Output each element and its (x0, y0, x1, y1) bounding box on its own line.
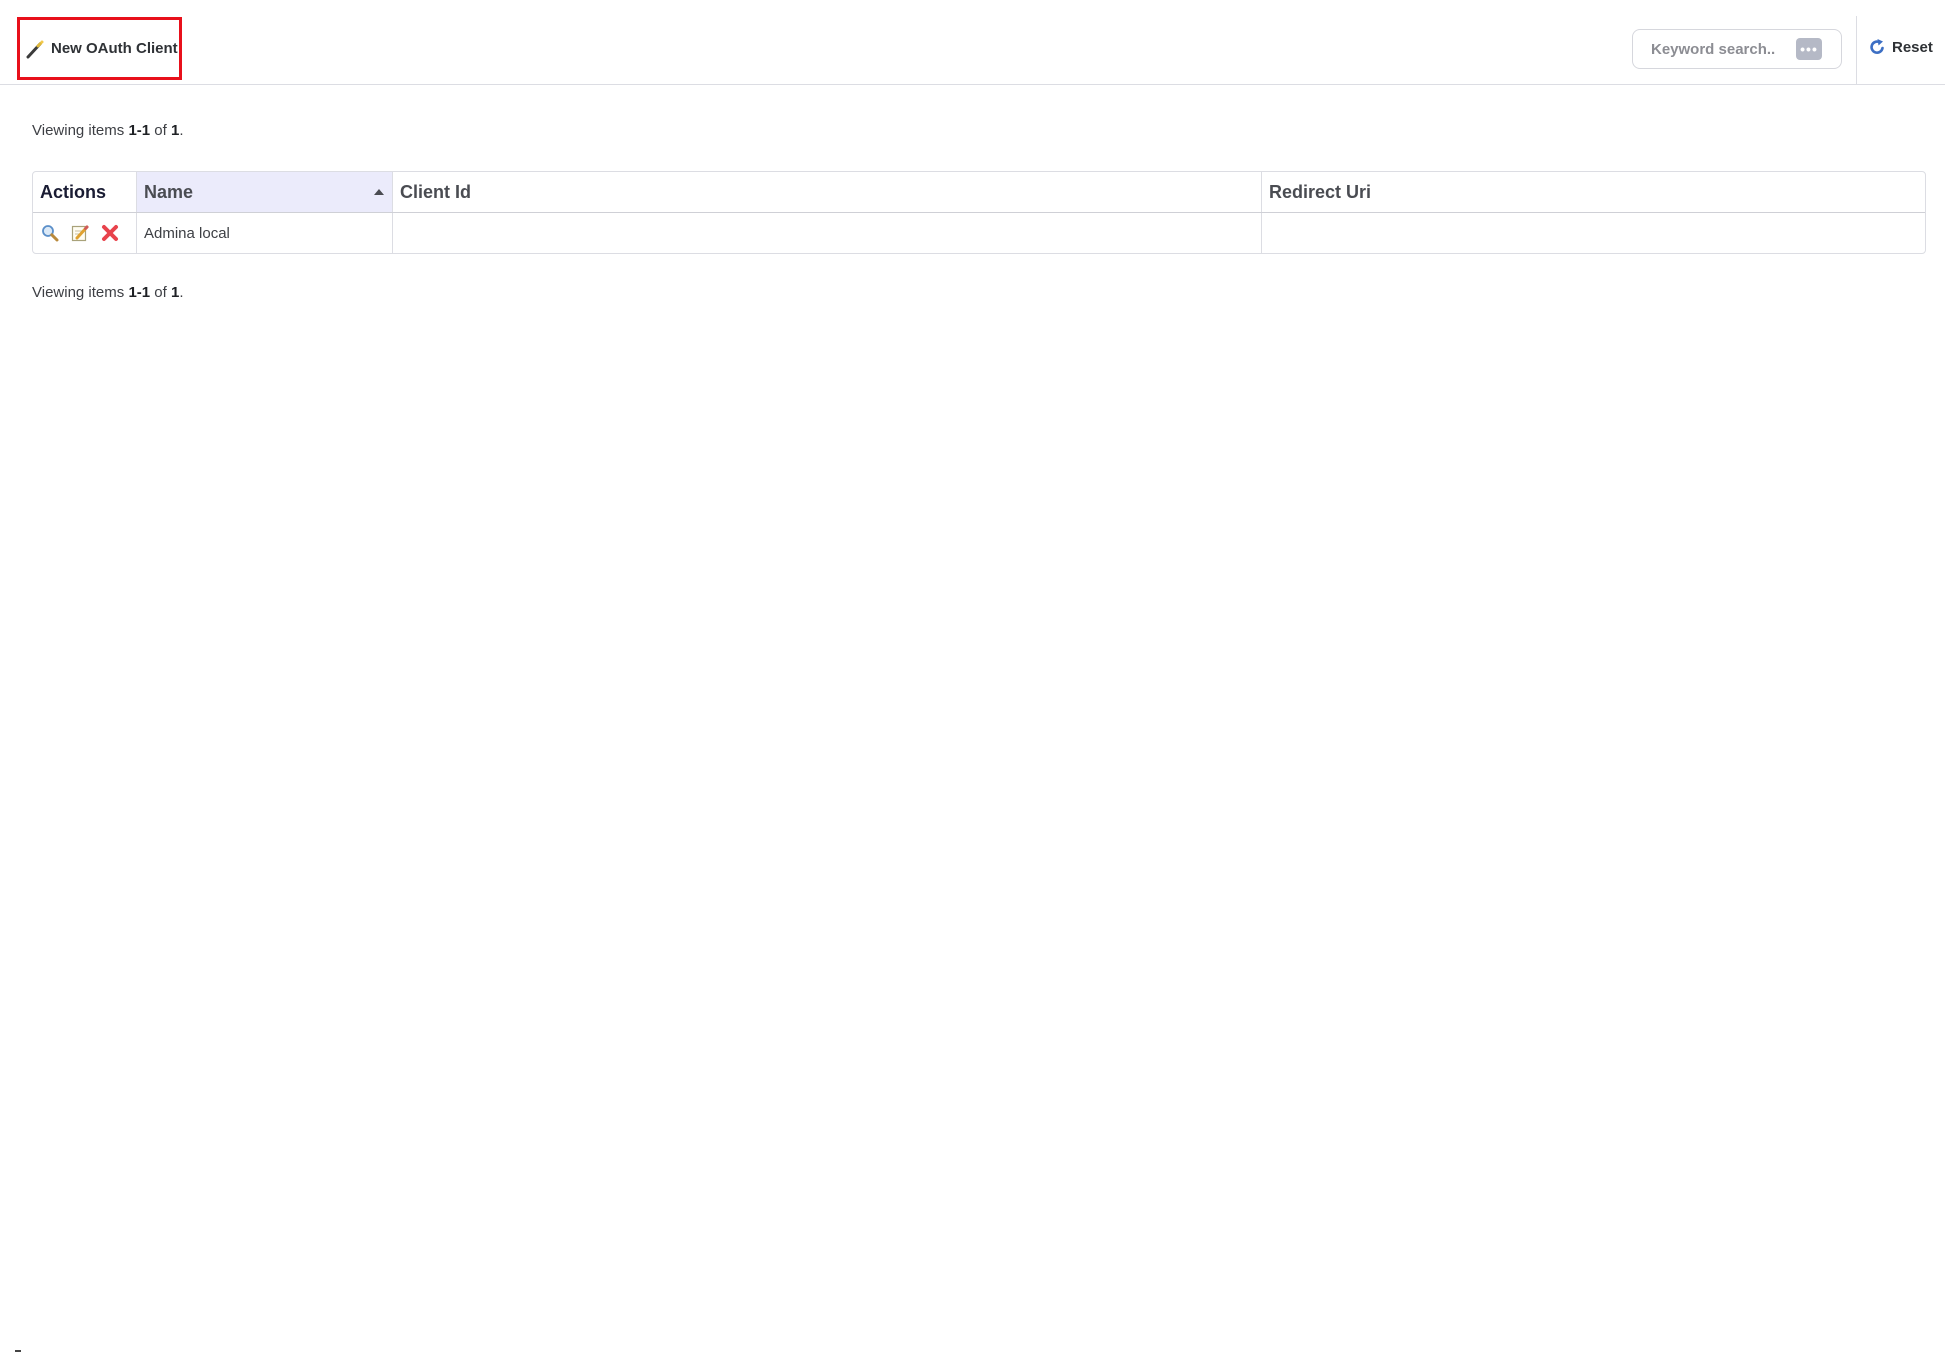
summary-of: of (154, 122, 167, 139)
summary-suffix: . (179, 122, 184, 139)
keyword-search[interactable]: ••• (1632, 29, 1842, 69)
summary-prefix: Viewing items (32, 284, 125, 301)
column-header-actions: Actions (33, 172, 137, 212)
oauth-clients-grid: Actions Name Client Id Redirect Uri Admi… (32, 171, 1926, 254)
cell-name: Admina local (137, 213, 393, 253)
cell-redirect-uri (1262, 213, 1925, 253)
keyword-search-input[interactable] (1649, 39, 1793, 59)
oauth-clients-page: New OAuth Client ••• Reset Viewing items… (0, 0, 1952, 1367)
summary-range: 1-1 (128, 284, 151, 301)
column-header-name[interactable]: Name (137, 172, 393, 212)
view-icon[interactable] (40, 223, 60, 243)
column-header-name-label: Name (144, 181, 194, 202)
summary-prefix: Viewing items (32, 122, 125, 139)
more-options-icon[interactable]: ••• (1796, 38, 1822, 60)
column-header-client-id[interactable]: Client Id (393, 172, 1262, 212)
corner-mark (15, 1350, 21, 1352)
new-oauth-client-label: New OAuth Client (51, 40, 178, 57)
sort-ascending-icon (374, 189, 384, 195)
magic-wand-icon (25, 39, 45, 59)
toolbar: New OAuth Client ••• Reset (0, 0, 1945, 85)
edit-icon[interactable] (70, 223, 90, 243)
toolbar-divider (1856, 16, 1857, 84)
delete-icon[interactable] (100, 223, 120, 243)
summary-range: 1-1 (128, 122, 151, 139)
grid-header: Actions Name Client Id Redirect Uri (33, 172, 1925, 213)
refresh-icon (1868, 38, 1886, 56)
summary-suffix: . (179, 284, 184, 301)
summary-of: of (154, 284, 167, 301)
cell-client-id (393, 213, 1262, 253)
reset-button[interactable]: Reset (1868, 38, 1933, 56)
row-actions (33, 213, 137, 253)
table-row: Admina local (33, 213, 1925, 253)
new-oauth-client-button[interactable]: New OAuth Client (17, 17, 182, 80)
summary-bottom: Viewing items 1-1 of 1. (32, 284, 184, 301)
summary-top: Viewing items 1-1 of 1. (32, 122, 184, 139)
column-header-redirect-uri[interactable]: Redirect Uri (1262, 172, 1925, 212)
reset-label: Reset (1892, 38, 1933, 56)
